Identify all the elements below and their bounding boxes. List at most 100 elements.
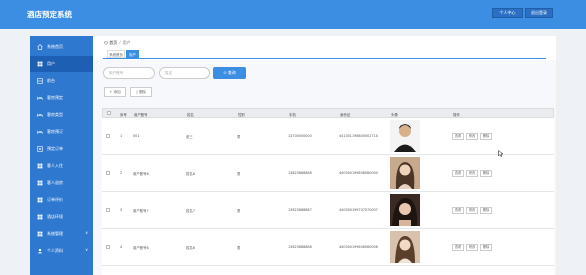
sidebar-item-label: 前台 [47, 78, 55, 83]
grid-icon [37, 146, 43, 152]
table-row: 4 用户账号6 姓名6 男 13823888886 44030019960606… [102, 229, 554, 266]
sidebar-item-profile[interactable]: 个人资料 ∨ [30, 243, 93, 259]
tab-underline [103, 58, 546, 59]
row-account: 用户账号6 [133, 246, 149, 250]
grid-icon [37, 78, 43, 84]
row-idcard: 440300199707070007 [339, 208, 378, 212]
breadcrumb-separator: / [119, 40, 121, 45]
edit-button[interactable]: 修改 [466, 170, 478, 177]
sidebar-item-users[interactable]: 用户 [30, 56, 93, 72]
row-checkbox[interactable] [106, 208, 110, 212]
row-idcard: 440300199606060006 [339, 245, 378, 249]
select-all-checkbox[interactable] [107, 111, 111, 115]
delete-row-button[interactable]: 删除 [480, 170, 492, 177]
delete-row-button[interactable]: 删除 [480, 244, 492, 251]
row-account: 用户账号7 [133, 209, 149, 213]
row-account: 用户账号8 [133, 172, 149, 176]
column-header: 用户账号 [134, 113, 148, 117]
sidebar-item-label: 系统首页 [47, 44, 63, 49]
avatar [390, 157, 420, 189]
sidebar-item-label: 客人入住 [47, 163, 63, 168]
row-index: 2 [120, 171, 123, 175]
sidebar-item-front[interactable]: 前台 [30, 73, 93, 89]
row-name: 姓名8 [186, 172, 195, 176]
sidebar-item-checkout[interactable]: 客人退房 [30, 175, 93, 191]
sidebar-item-orders[interactable]: 预定订单 [30, 141, 93, 157]
delete-button[interactable]: ▯ 删除 [130, 87, 152, 97]
row-name: 姓名7 [186, 209, 195, 213]
sidebar-item-room-booking[interactable]: 客房预定 [30, 90, 93, 106]
sidebar-item-system[interactable]: 系统管理 ∨ [30, 226, 93, 242]
table-row: 3 用户账号7 姓名7 男 13823888887 44030019970707… [102, 192, 554, 229]
table-row [102, 266, 554, 275]
column-header: 头像 [391, 113, 398, 117]
logout-button[interactable]: 退出登录 [525, 8, 553, 18]
row-gender: 男 [237, 172, 241, 176]
sidebar-item-environment[interactable]: 酒店环境 [30, 209, 93, 225]
top-header: 酒店预定系统 个人中心 退出登录 [0, 0, 586, 29]
breadcrumb-home[interactable]: 首页 [109, 40, 117, 45]
row-checkbox[interactable] [106, 134, 110, 138]
sidebar-item-label: 个人资料 [47, 248, 63, 253]
sidebar-item-label: 预定订单 [47, 146, 63, 151]
grid-icon [37, 197, 43, 203]
sidebar-item-label: 客房类型 [47, 112, 63, 117]
mouse-cursor-icon [498, 150, 503, 157]
edit-button[interactable]: 修改 [466, 207, 478, 214]
view-button[interactable]: 查看 [452, 170, 464, 177]
row-gender: 男 [237, 135, 241, 139]
main-content: 首页 / 用户 系统首页 用户 用户账号 姓名 ⊙ 查询 + 添加 ▯ 删除 序号 … [93, 36, 556, 275]
view-button[interactable]: 查看 [452, 133, 464, 140]
search-button-label: 查询 [227, 70, 236, 75]
grid-icon [37, 231, 43, 237]
app-title: 酒店预定系统 [27, 10, 72, 19]
row-phone: 13700000000 [288, 134, 312, 138]
row-checkbox[interactable] [106, 245, 110, 249]
page-scrollbar[interactable] [556, 29, 560, 275]
avatar [390, 231, 420, 263]
sidebar-item-home[interactable]: 系统首页 [30, 39, 93, 55]
sidebar-item-label: 系统管理 [47, 231, 63, 236]
tab-home[interactable]: 系统首页 [107, 50, 125, 58]
tab-users[interactable]: 用户 [126, 50, 139, 58]
sidebar: 系统首页 用户 前台 客房预定 客房类型 客房预订 预定订单 客人入住 客人退房… [30, 36, 93, 275]
sidebar-item-room-reserve[interactable]: 客房预订 [30, 124, 93, 140]
avatar [390, 194, 420, 226]
delete-row-button[interactable]: 删除 [480, 207, 492, 214]
sidebar-item-checkin[interactable]: 客人入住 [30, 158, 93, 174]
row-checkbox[interactable] [106, 171, 110, 175]
column-header: 姓名 [187, 113, 194, 117]
row-index: 4 [120, 245, 123, 249]
table-header: 序号 用户账号 姓名 性别 手机 身份证 头像 操作 [102, 108, 554, 118]
row-phone: 13823888886 [288, 245, 312, 249]
row-index: 3 [120, 208, 123, 212]
column-header: 操作 [453, 113, 460, 117]
account-search-input[interactable]: 用户账号 [103, 67, 155, 79]
sidebar-item-reviews[interactable]: 订单评价 [30, 192, 93, 208]
personal-center-button[interactable]: 个人中心 [492, 8, 523, 18]
avatar [390, 120, 420, 152]
delete-row-button[interactable]: 删除 [480, 133, 492, 140]
edit-button[interactable]: 修改 [466, 244, 478, 251]
column-header: 性别 [238, 113, 245, 117]
row-account: 001 [133, 134, 140, 138]
sidebar-item-label: 客人退房 [47, 180, 63, 185]
column-header: 手机 [289, 113, 296, 117]
view-button[interactable]: 查看 [452, 244, 464, 251]
sidebar-item-label: 客房预定 [47, 95, 63, 100]
edit-button[interactable]: 修改 [466, 133, 478, 140]
bed-icon [37, 96, 43, 100]
row-gender: 男 [237, 209, 241, 213]
search-button[interactable]: ⊙ 查询 [213, 67, 246, 79]
breadcrumb-current: 用户 [122, 40, 131, 45]
add-button[interactable]: + 添加 [104, 87, 126, 97]
chevron-down-icon: ∨ [85, 247, 88, 252]
view-button[interactable]: 查看 [452, 207, 464, 214]
sidebar-item-room-type[interactable]: 客房类型 [30, 107, 93, 123]
name-search-input[interactable]: 姓名 [159, 67, 210, 79]
row-phone: 13823888888 [288, 171, 312, 175]
sidebar-item-label: 订单评价 [47, 197, 63, 202]
table-row: 1 001 张三 男 13700000000 44130119880000271… [102, 118, 554, 155]
heart-icon [104, 40, 108, 45]
user-icon [37, 248, 43, 254]
